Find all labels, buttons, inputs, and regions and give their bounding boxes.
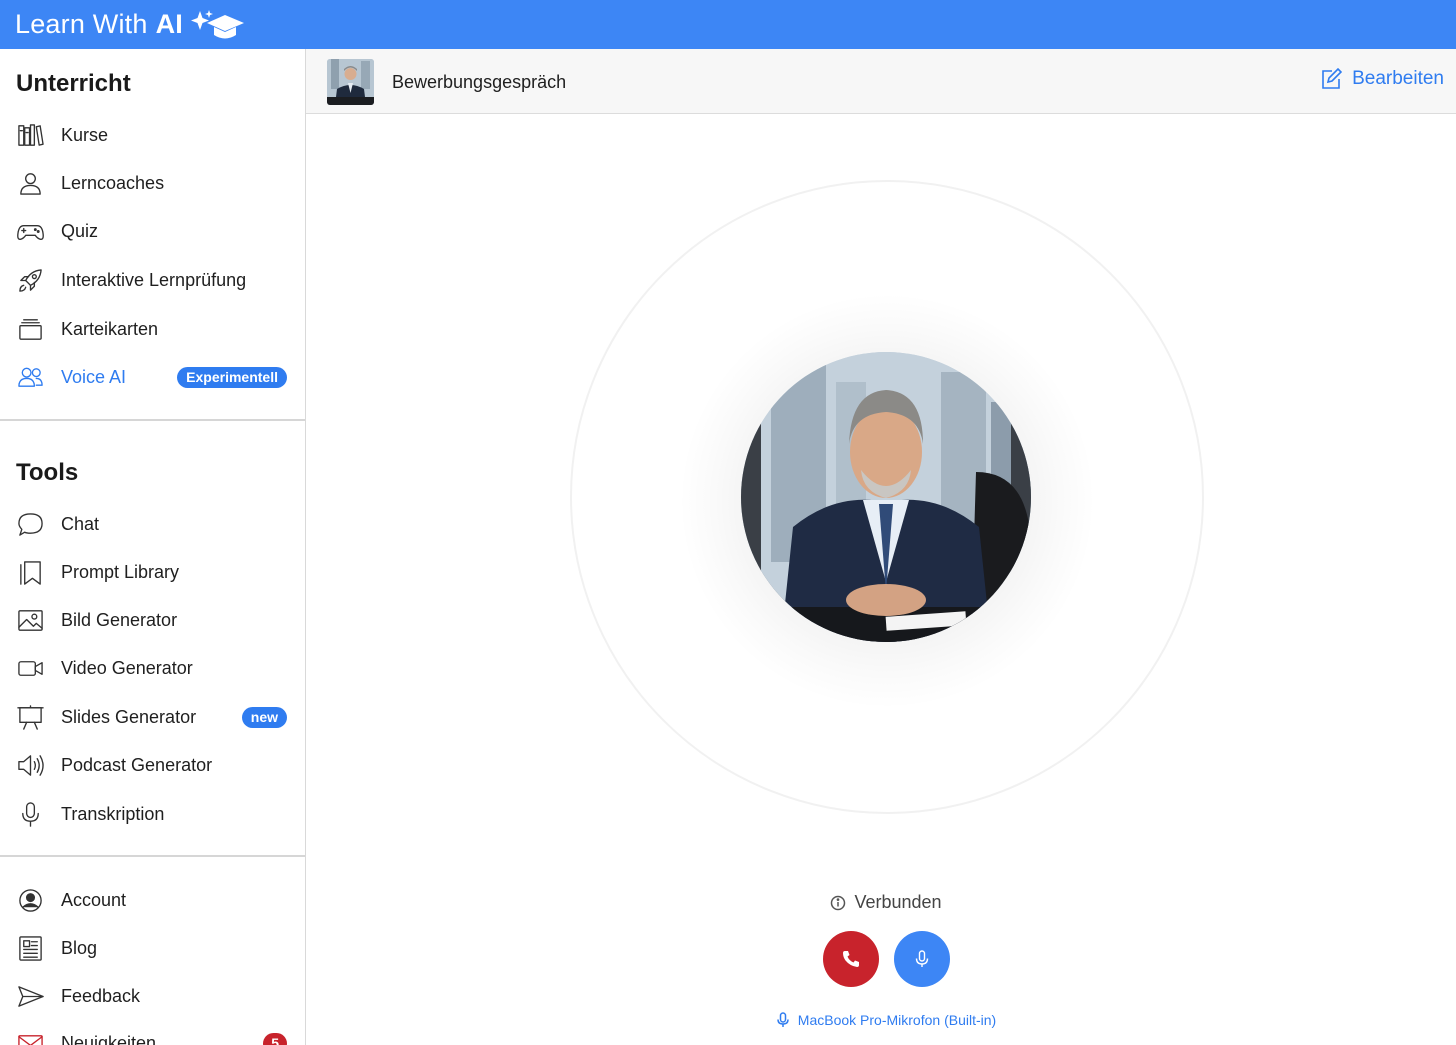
mail-icon bbox=[16, 1030, 44, 1045]
sidebar-item-feedback[interactable]: Feedback bbox=[0, 974, 305, 1018]
sidebar-item-transkription[interactable]: Transkription bbox=[0, 792, 305, 836]
sidebar-item-label: Feedback bbox=[61, 985, 141, 1006]
image-icon bbox=[16, 607, 44, 633]
info-icon bbox=[831, 895, 846, 910]
video-camera-icon bbox=[16, 655, 44, 681]
rocket-icon bbox=[16, 267, 44, 293]
microphone-icon bbox=[16, 801, 44, 827]
brand-text: Learn With bbox=[15, 9, 148, 39]
sidebar-divider bbox=[0, 419, 305, 421]
notification-count-badge: 5 bbox=[263, 1032, 287, 1045]
sparkle-graduation-cap-icon bbox=[190, 9, 244, 38]
audio-input-device[interactable]: MacBook Pro-Mikrofon (Built-in) bbox=[306, 1012, 1456, 1028]
edit-button[interactable]: Bearbeiten bbox=[1320, 68, 1444, 90]
sidebar-divider bbox=[0, 855, 305, 857]
sidebar-item-chat[interactable]: Chat bbox=[0, 502, 305, 546]
presentation-icon bbox=[16, 704, 44, 730]
books-icon bbox=[16, 122, 44, 148]
edit-icon bbox=[1322, 68, 1343, 89]
sidebar-item-quiz[interactable]: Quiz bbox=[0, 209, 305, 253]
brand-logo[interactable]: Learn With AI bbox=[15, 7, 247, 43]
section-title-unterricht: Unterricht bbox=[16, 70, 131, 97]
sidebar-item-neuigkeiten[interactable]: Neuigkeiten 5 bbox=[0, 1021, 305, 1045]
sidebar-item-video-generator[interactable]: Video Generator bbox=[0, 646, 305, 690]
conversation-title: Bewerbungsgespräch bbox=[392, 72, 567, 92]
hang-up-button[interactable] bbox=[823, 931, 879, 987]
sidebar-item-label: Lerncoaches bbox=[61, 172, 165, 193]
new-badge: new bbox=[241, 706, 287, 728]
sidebar-item-lerncoaches[interactable]: Lerncoaches bbox=[0, 161, 305, 205]
sidebar-item-label: Bild Generator bbox=[61, 609, 178, 630]
connection-status: Verbunden bbox=[306, 892, 1456, 913]
sidebar-item-bild-generator[interactable]: Bild Generator bbox=[0, 598, 305, 642]
sidebar-item-account[interactable]: Account bbox=[0, 878, 305, 922]
sidebar-item-interaktive-lernpruefung[interactable]: Interaktive Lernprüfung bbox=[0, 258, 305, 302]
sidebar-item-prompt-library[interactable]: Prompt Library bbox=[0, 550, 305, 594]
phone-icon bbox=[843, 951, 859, 967]
conversation-header: Bewerbungsgespräch Bearbeiten bbox=[306, 49, 1456, 114]
sidebar-item-label: Karteikarten bbox=[61, 318, 159, 339]
sidebar-item-label: Interaktive Lernprüfung bbox=[61, 269, 247, 290]
sidebar-item-label: Chat bbox=[61, 513, 100, 534]
experimental-badge: Experimentell bbox=[177, 366, 287, 388]
newspaper-icon bbox=[16, 935, 44, 961]
account-circle-icon bbox=[16, 887, 44, 913]
sidebar-item-label: Video Generator bbox=[61, 657, 193, 678]
microphone-toggle-button[interactable] bbox=[894, 931, 950, 987]
sidebar-item-label: Prompt Library bbox=[61, 561, 180, 582]
sidebar-item-label: Kurse bbox=[61, 124, 109, 145]
sidebar-item-label: Account bbox=[61, 889, 127, 910]
sidebar-item-label: Neuigkeiten bbox=[61, 1032, 157, 1045]
top-bar: Learn With AI bbox=[0, 0, 1456, 49]
sidebar-item-slides-generator[interactable]: Slides Generator new bbox=[0, 695, 305, 739]
send-icon bbox=[16, 983, 44, 1009]
connection-status-text: Verbunden bbox=[854, 892, 942, 912]
users-icon bbox=[16, 364, 44, 390]
audio-device-name: MacBook Pro-Mikrofon (Built-in) bbox=[797, 1012, 997, 1028]
sidebar-item-label: Voice AI bbox=[61, 366, 127, 387]
section-title-tools: Tools bbox=[16, 459, 79, 486]
sidebar-item-karteikarten[interactable]: Karteikarten bbox=[0, 307, 305, 351]
speaker-icon bbox=[16, 752, 44, 778]
chat-bubble-icon bbox=[16, 511, 44, 537]
edit-button-label: Bearbeiten bbox=[1352, 68, 1444, 89]
bookmark-icon bbox=[16, 559, 44, 585]
brand-ai-text: AI bbox=[155, 9, 183, 39]
gamepad-icon bbox=[16, 218, 44, 244]
main-panel: Bewerbungsgespräch Bearbeiten Verbunden … bbox=[306, 49, 1456, 1045]
sidebar-item-kurse[interactable]: Kurse bbox=[0, 113, 305, 157]
sidebar-item-voice-ai[interactable]: Voice AI Experimentell bbox=[0, 355, 305, 399]
coach-avatar bbox=[741, 352, 1031, 642]
sidebar-item-label: Slides Generator bbox=[61, 706, 197, 727]
sidebar-item-label: Podcast Generator bbox=[61, 754, 213, 775]
sidebar: Unterricht Kurse Lerncoaches Quiz Intera… bbox=[0, 49, 306, 1045]
coach-thumbnail[interactable] bbox=[327, 59, 374, 105]
sidebar-item-label: Transkription bbox=[61, 803, 165, 824]
microphone-icon bbox=[777, 1012, 789, 1027]
sidebar-item-podcast-generator[interactable]: Podcast Generator bbox=[0, 743, 305, 787]
person-icon bbox=[16, 170, 44, 196]
microphone-icon bbox=[915, 950, 929, 967]
sidebar-item-label: Quiz bbox=[61, 220, 99, 241]
sidebar-item-label: Blog bbox=[61, 937, 98, 958]
cards-icon bbox=[16, 316, 44, 342]
sidebar-item-blog[interactable]: Blog bbox=[0, 926, 305, 970]
